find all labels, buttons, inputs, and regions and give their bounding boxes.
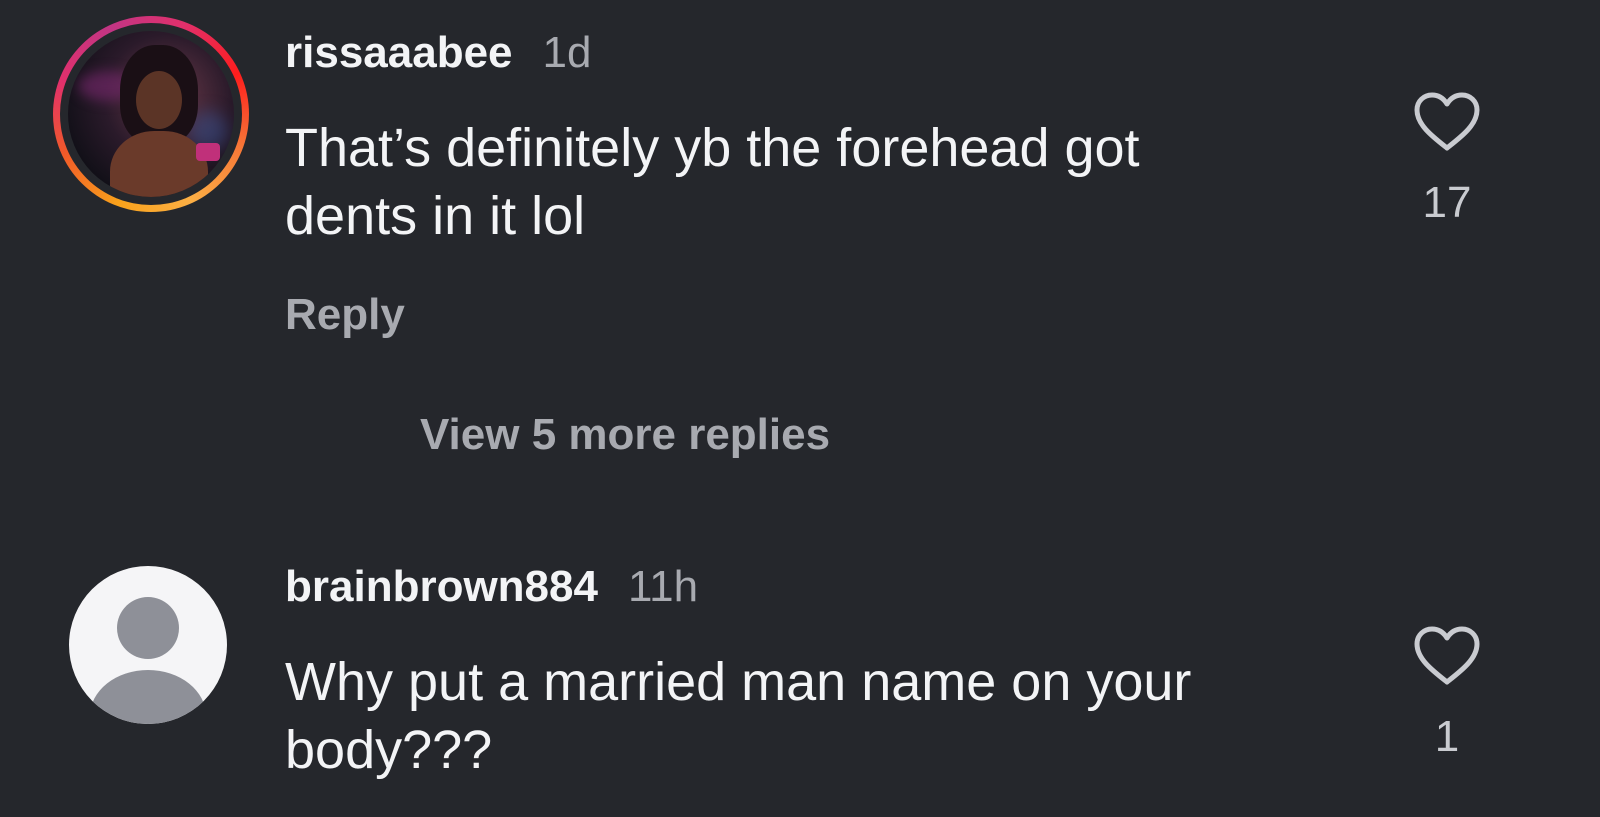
comment-header: brainbrown884 11h xyxy=(285,562,698,612)
comment-text-line: dents in it lol xyxy=(285,186,586,246)
username[interactable]: brainbrown884 xyxy=(285,562,598,612)
comment-timestamp: 1d xyxy=(542,28,592,77)
avatar[interactable] xyxy=(53,16,249,212)
comment-text-line: That’s definitely yb the forehead got xyxy=(285,118,1140,178)
profile-photo xyxy=(68,31,234,197)
view-more-replies-button[interactable]: View 5 more replies xyxy=(420,410,830,460)
avatar[interactable] xyxy=(69,566,227,724)
comment-text: Why put a married man name on your body?… xyxy=(285,648,1335,784)
heart-outline-icon[interactable] xyxy=(1413,626,1481,686)
default-user-icon xyxy=(90,597,206,724)
comment-text-line: Why put a married man name on your xyxy=(285,652,1192,712)
comment-timestamp: 11h xyxy=(627,562,699,611)
comment-text: That’s definitely yb the forehead got de… xyxy=(285,114,1335,250)
comment-item: rissaaabee 1d That’s definitely yb the f… xyxy=(0,0,1600,380)
like-count: 1 xyxy=(1434,712,1460,761)
comment-text-line: body??? xyxy=(285,720,493,780)
like-count: 17 xyxy=(1422,178,1472,227)
like-column: 17 xyxy=(1400,92,1494,228)
username[interactable]: rissaaabee xyxy=(285,28,513,78)
heart-outline-icon[interactable] xyxy=(1413,92,1481,152)
comment-header: rissaaabee 1d xyxy=(285,28,591,78)
like-column: 1 xyxy=(1400,626,1494,762)
reply-button[interactable]: Reply xyxy=(285,290,405,340)
